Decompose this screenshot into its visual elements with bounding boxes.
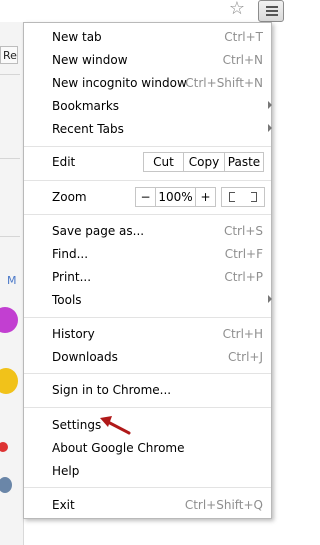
menu-item-shortcut: Ctrl+P [224, 270, 263, 284]
menu-item-label: New tab [52, 30, 102, 44]
menu-item-new-window[interactable]: New window Ctrl+N [24, 49, 271, 71]
copy-button[interactable]: Copy [183, 152, 225, 172]
menu-item-shortcut: Ctrl+S [223, 224, 263, 238]
menu-item-exit[interactable]: Exit Ctrl+Shift+Q [24, 494, 271, 516]
menu-separator [24, 373, 271, 374]
chrome-menu: New tab Ctrl+T New window Ctrl+N New inc… [23, 22, 272, 519]
submenu-arrow-icon [268, 101, 272, 109]
menu-item-label: Save page as... [52, 224, 145, 238]
background-divider [0, 236, 20, 237]
menu-separator [24, 180, 271, 181]
submenu-arrow-icon [268, 124, 272, 132]
menu-item-history[interactable]: History Ctrl+H [24, 323, 271, 345]
menu-item-label: New incognito window [52, 76, 187, 90]
annotation-arrow-icon [100, 416, 131, 435]
fullscreen-icon [229, 196, 235, 202]
menu-item-shortcut: Ctrl+T [224, 30, 263, 44]
menu-item-find[interactable]: Find... Ctrl+F [24, 243, 271, 265]
menu-item-shortcut: Ctrl+J [228, 350, 263, 364]
fullscreen-icon [251, 196, 257, 202]
paste-button[interactable]: Paste [224, 152, 264, 172]
menu-item-label: Downloads [52, 350, 118, 364]
submenu-arrow-icon [268, 295, 272, 303]
menu-item-help[interactable]: Help [24, 460, 271, 482]
menu-item-downloads[interactable]: Downloads Ctrl+J [24, 346, 271, 368]
menu-item-label: Help [52, 464, 80, 478]
menu-separator [24, 407, 271, 408]
menu-item-sign-in[interactable]: Sign in to Chrome... [24, 379, 271, 401]
fullscreen-button[interactable] [221, 187, 265, 207]
star-icon[interactable]: ☆ [226, 0, 248, 20]
menu-separator [24, 487, 271, 488]
hamburger-menu-icon[interactable] [258, 0, 284, 22]
menu-item-label: Print... [52, 270, 92, 284]
menu-item-label: Find... [52, 247, 89, 261]
menu-item-label: History [52, 327, 95, 341]
background-image-yellow [0, 368, 18, 394]
zoom-level: 100% [155, 187, 196, 207]
menu-item-save-page-as[interactable]: Save page as... Ctrl+S [24, 220, 271, 242]
zoom-out-button[interactable]: − [135, 187, 156, 207]
background-image-gray [0, 477, 12, 493]
menu-item-label: Recent Tabs [52, 122, 124, 136]
menu-item-label: Exit [52, 498, 75, 512]
menu-item-settings[interactable]: Settings [24, 414, 271, 436]
menu-item-label: About Google Chrome [52, 441, 185, 455]
menu-item-label: Sign in to Chrome... [52, 383, 172, 397]
cut-button[interactable]: Cut [143, 152, 184, 172]
menu-item-recent-tabs[interactable]: Recent Tabs [24, 118, 272, 140]
menu-item-label: Bookmarks [52, 99, 120, 113]
menu-separator [24, 317, 271, 318]
menu-item-tools[interactable]: Tools [24, 289, 272, 311]
background-image-red [0, 442, 8, 452]
menu-item-new-incognito-window[interactable]: New incognito window Ctrl+Shift+N [24, 72, 271, 94]
zoom-label: Zoom [52, 190, 87, 204]
menu-separator [24, 214, 271, 215]
menu-item-about-google-chrome[interactable]: About Google Chrome [24, 437, 271, 459]
menu-item-shortcut: Ctrl+F [224, 247, 263, 261]
background-page: Re M [0, 22, 24, 545]
menu-item-new-tab[interactable]: New tab Ctrl+T [24, 26, 271, 48]
menu-item-label: Settings [52, 418, 102, 432]
edit-label: Edit [52, 155, 76, 169]
background-divider [0, 158, 20, 159]
menu-item-bookmarks[interactable]: Bookmarks [24, 95, 272, 117]
background-tab[interactable]: Re [0, 46, 18, 64]
background-link[interactable]: M [7, 274, 17, 287]
menu-item-label: New window [52, 53, 128, 67]
background-divider [0, 74, 20, 75]
background-image-purple [0, 307, 18, 333]
menu-separator [24, 146, 271, 147]
menu-item-shortcut: Ctrl+H [222, 327, 263, 341]
menu-item-label: Tools [52, 293, 82, 307]
zoom-in-button[interactable]: + [195, 187, 216, 207]
menu-item-shortcut: Ctrl+Shift+N [185, 76, 263, 90]
menu-item-print[interactable]: Print... Ctrl+P [24, 266, 271, 288]
menu-item-shortcut: Ctrl+N [222, 53, 263, 67]
menu-item-shortcut: Ctrl+Shift+Q [184, 498, 263, 512]
